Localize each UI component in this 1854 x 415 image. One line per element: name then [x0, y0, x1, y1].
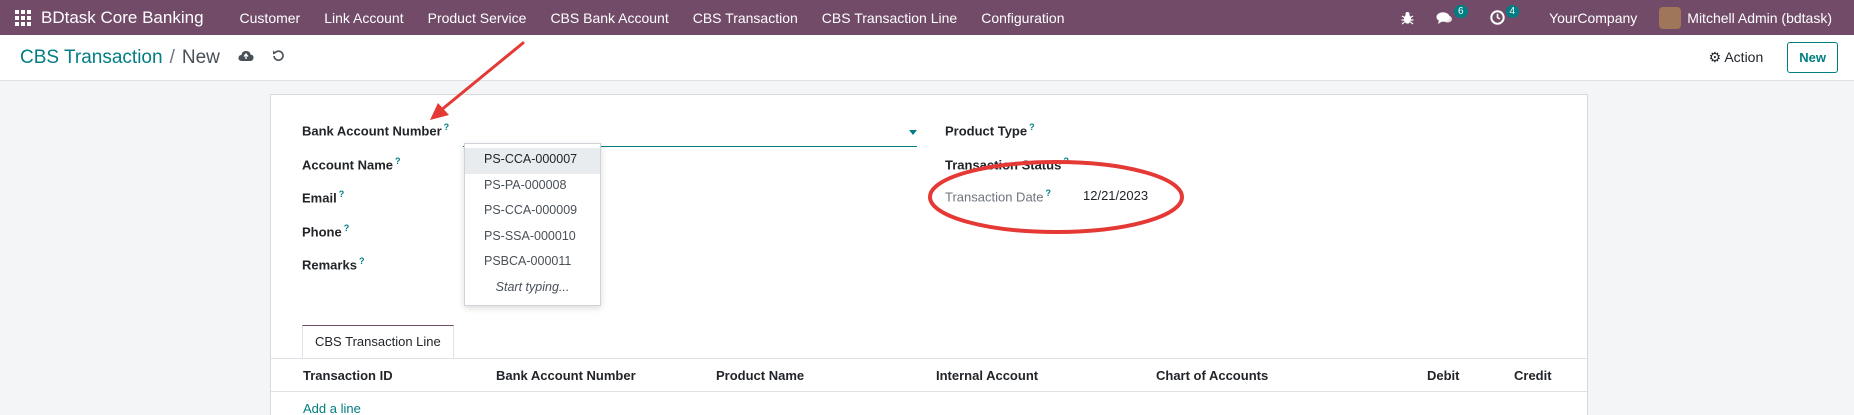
field-label-phone: Phone?	[302, 223, 350, 240]
help-tooltip-icon[interactable]: ?	[1029, 122, 1035, 132]
column-header-transaction-id[interactable]: Transaction ID	[303, 368, 393, 383]
apps-grid-icon[interactable]	[15, 9, 31, 26]
breadcrumb-separator: /	[169, 46, 175, 68]
menu-item-cbs-transaction-line[interactable]: CBS Transaction Line	[810, 10, 969, 26]
activities-count-badge: 4	[1505, 5, 1520, 18]
action-label: Action	[1724, 49, 1764, 65]
help-tooltip-icon[interactable]: ?	[395, 156, 401, 166]
dropdown-caret-icon[interactable]	[909, 130, 917, 135]
tab-cbs-transaction-line[interactable]: CBS Transaction Line	[302, 325, 454, 358]
help-tooltip-icon[interactable]: ?	[444, 122, 450, 132]
column-header-credit[interactable]: Credit	[1514, 368, 1552, 383]
user-menu[interactable]: Mitchell Admin (bdtask)	[1687, 10, 1832, 26]
dropdown-option[interactable]: PS-SSA-000010	[465, 225, 600, 251]
save-cloud-icon[interactable]	[238, 49, 254, 66]
discard-undo-icon[interactable]	[272, 49, 285, 66]
menu-item-configuration[interactable]: Configuration	[969, 10, 1076, 26]
field-label-transaction-status: Transaction Status?	[945, 156, 1069, 173]
breadcrumb-current: New	[181, 46, 220, 68]
app-brand[interactable]: BDtask Core Banking	[41, 8, 204, 28]
new-record-button[interactable]: New	[1787, 42, 1838, 73]
dropdown-option[interactable]: PSBCA-000011	[465, 250, 600, 276]
company-switcher[interactable]: YourCompany	[1549, 10, 1637, 26]
add-a-line-link[interactable]: Add a line	[303, 401, 361, 415]
main-menu: Customer Link Account Product Service CB…	[228, 10, 1077, 26]
column-header-bank-account-number[interactable]: Bank Account Number	[496, 368, 636, 383]
top-navbar: BDtask Core Banking Customer Link Accoun…	[0, 0, 1854, 35]
systray: 6 4 YourCompany Mitchell Admin (bdtask)	[1379, 5, 1854, 29]
dropdown-option[interactable]: PS-PA-000008	[465, 174, 600, 200]
menu-item-cbs-bank-account[interactable]: CBS Bank Account	[538, 10, 680, 26]
breadcrumb: CBS Transaction / New	[20, 47, 220, 69]
help-tooltip-icon[interactable]: ?	[1063, 156, 1069, 166]
field-label-email: Email?	[302, 189, 345, 206]
field-label-transaction-date: Transaction Date?	[945, 188, 1052, 205]
menu-item-link-account[interactable]: Link Account	[312, 10, 415, 26]
activities-button[interactable]: 4	[1489, 5, 1520, 25]
debug-bug-icon[interactable]	[1401, 11, 1414, 25]
column-header-product-name[interactable]: Product Name	[716, 368, 804, 383]
menu-item-customer[interactable]: Customer	[228, 10, 313, 26]
user-avatar[interactable]	[1659, 6, 1682, 29]
column-header-debit[interactable]: Debit	[1427, 368, 1460, 383]
menu-item-product-service[interactable]: Product Service	[416, 10, 539, 26]
action-menu-button[interactable]: ⚙ Action	[1709, 49, 1764, 66]
control-panel: CBS Transaction / New ⚙ Action New	[0, 35, 1854, 81]
dropdown-start-typing-hint: Start typing...	[495, 279, 570, 294]
clock-icon	[1489, 10, 1505, 25]
tab-divider	[271, 358, 1587, 359]
field-label-bank-account-number: Bank Account Number?	[302, 122, 450, 139]
column-header-chart-of-accounts[interactable]: Chart of Accounts	[1156, 368, 1268, 383]
bank-account-autocomplete-dropdown: PS-CCA-000007 PS-PA-000008 PS-CCA-000009…	[464, 143, 601, 306]
gear-icon: ⚙	[1708, 49, 1722, 65]
dropdown-option[interactable]: PS-CCA-000009	[465, 199, 600, 225]
column-header-internal-account[interactable]: Internal Account	[936, 368, 1038, 383]
dropdown-option[interactable]: PS-CCA-000007	[465, 148, 600, 174]
messages-button[interactable]: 6	[1436, 5, 1468, 25]
help-tooltip-icon[interactable]: ?	[339, 189, 345, 199]
breadcrumb-parent-link[interactable]: CBS Transaction	[20, 47, 163, 69]
menu-item-cbs-transaction[interactable]: CBS Transaction	[681, 10, 810, 26]
help-tooltip-icon[interactable]: ?	[344, 223, 350, 233]
field-label-remarks: Remarks?	[302, 256, 365, 273]
transaction-date-value[interactable]: 12/21/2023	[1083, 188, 1148, 203]
field-label-product-type: Product Type?	[945, 122, 1035, 139]
help-tooltip-icon[interactable]: ?	[359, 256, 365, 266]
messages-count-badge: 6	[1453, 5, 1468, 18]
form-sheet: Bank Account Number? Account Name? Email…	[270, 94, 1588, 415]
chat-bubble-icon	[1436, 11, 1452, 24]
field-label-account-name: Account Name?	[302, 156, 401, 173]
table-header-divider	[271, 391, 1587, 392]
help-tooltip-icon[interactable]: ?	[1046, 188, 1052, 198]
control-panel-actions: ⚙ Action New	[1709, 42, 1854, 73]
